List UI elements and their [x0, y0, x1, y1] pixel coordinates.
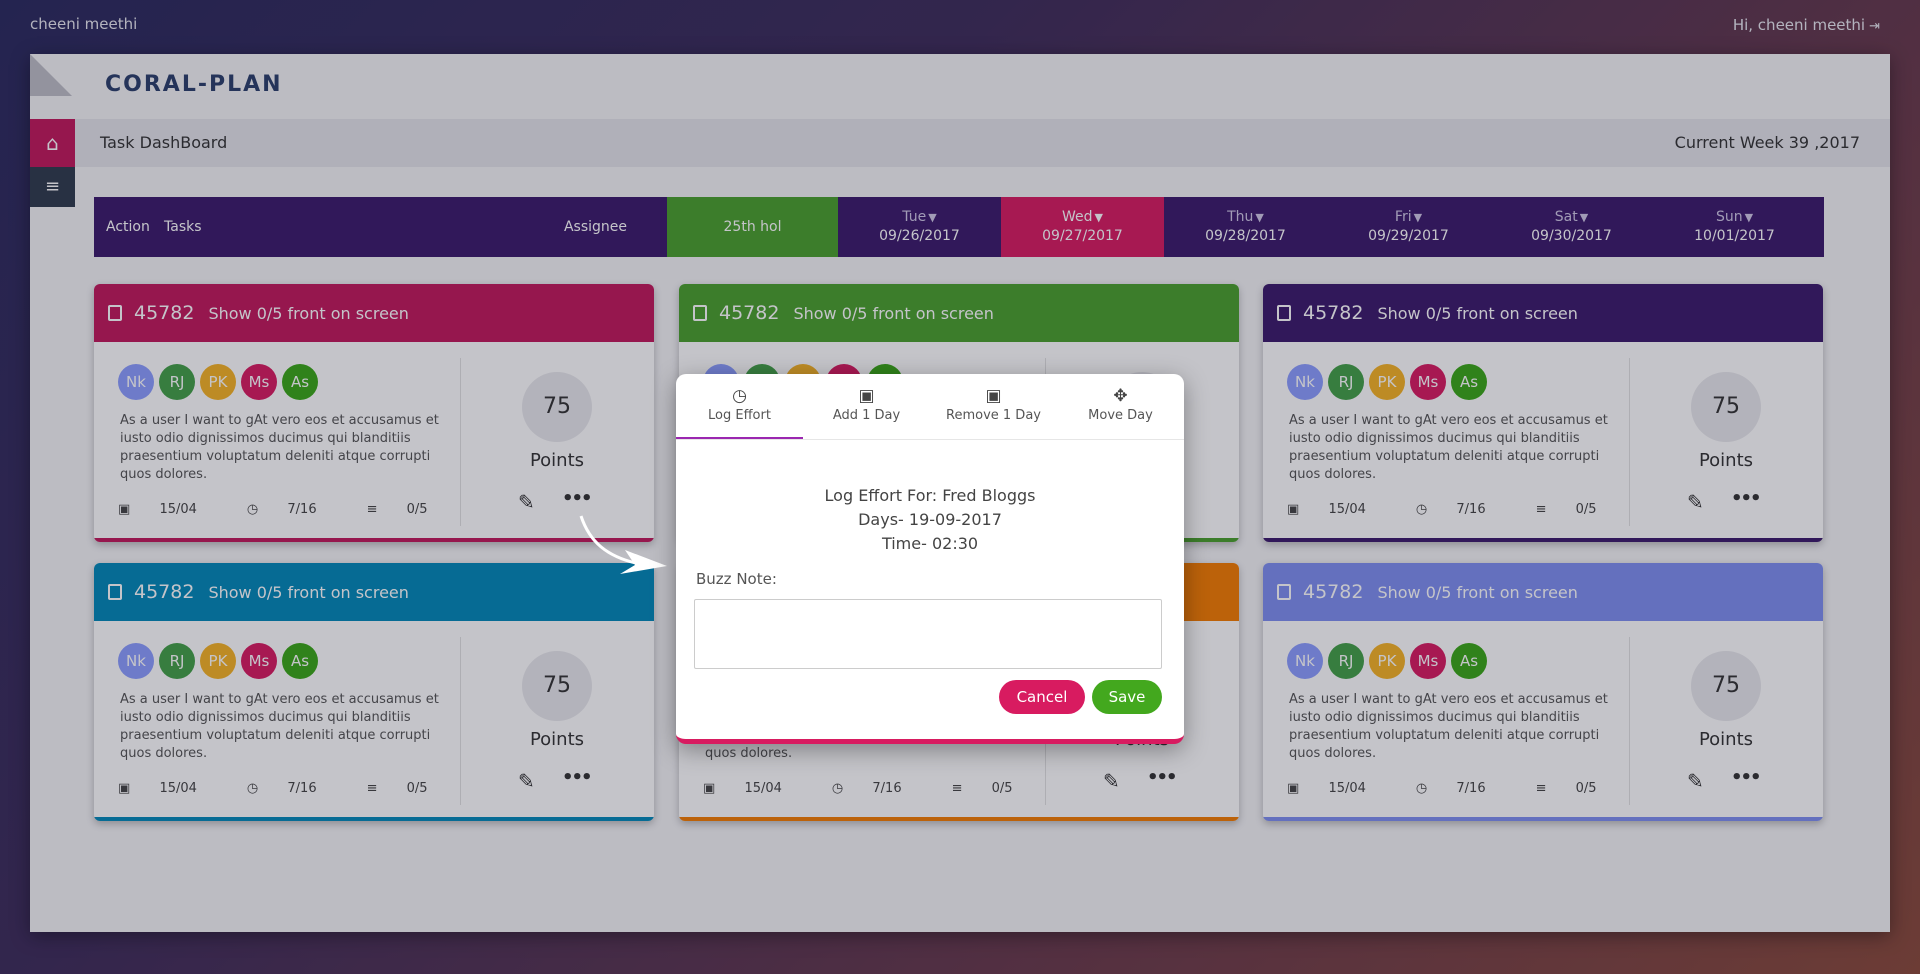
calendar-minus-icon: ▣	[985, 386, 1002, 406]
save-button[interactable]: Save	[1092, 680, 1162, 714]
modal-tabs: ◷ Log Effort ▣ Add 1 Day ▣ Remove 1 Day ✥ Mo…	[676, 374, 1184, 440]
buzz-note-input[interactable]	[694, 599, 1162, 669]
cancel-button[interactable]: Cancel	[999, 680, 1085, 714]
move-icon: ✥	[1113, 386, 1128, 406]
tab-add-day[interactable]: ▣ Add 1 Day	[803, 374, 930, 439]
callout-arrow	[579, 515, 667, 574]
tab-label: Add 1 Day	[832, 408, 901, 423]
tab-move-day[interactable]: ✥ Move Day	[1057, 374, 1184, 439]
log-days: Days- 19-09-2017	[858, 510, 1002, 529]
log-effort-modal: ◷ Log Effort ▣ Add 1 Day ▣ Remove 1 Day ✥ Mo…	[676, 374, 1184, 744]
tab-label: Move Day	[1088, 408, 1153, 423]
tab-label: Remove 1 Day	[946, 408, 1041, 423]
tab-remove-day[interactable]: ▣ Remove 1 Day	[930, 374, 1057, 439]
log-time: Time- 02:30	[881, 534, 979, 553]
tab-label: Log Effort	[708, 408, 771, 423]
buzz-note-label: Buzz Note:	[696, 570, 777, 588]
log-effort-info: Log Effort For: Fred Bloggs Days- 19-09-…	[676, 484, 1184, 556]
log-for: Log Effort For: Fred Bloggs	[824, 486, 1036, 505]
clock-icon: ◷	[732, 386, 747, 406]
tab-log-effort[interactable]: ◷ Log Effort	[676, 374, 803, 439]
calendar-plus-icon: ▣	[858, 386, 875, 406]
